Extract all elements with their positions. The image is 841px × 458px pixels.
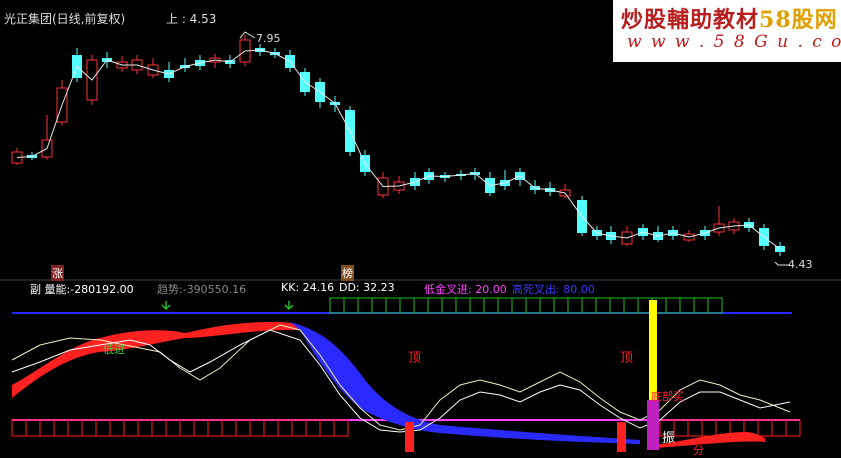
indicator-label: KK: [281, 281, 296, 294]
indicator-label: DD: [339, 281, 356, 294]
tag-bang: 榜: [341, 265, 354, 281]
grid-cell: [357, 297, 373, 314]
indicator-readout: 副 量能:-280192.00: [30, 283, 134, 296]
grid-cell: [137, 419, 153, 437]
high-price-label: 7.95: [256, 32, 281, 45]
annotation-zhen: 振: [662, 431, 676, 446]
indicator-readout: KK: 24.16: [281, 281, 335, 294]
signal-bar-yellow: [649, 300, 657, 400]
signal-bar-red-2: [617, 422, 626, 452]
annotation-bottom-buy: 底部买: [651, 390, 684, 403]
grid-cell: [553, 297, 569, 314]
grid-cell: [427, 297, 443, 314]
grid-cell: [511, 297, 527, 314]
grid-cell: [277, 419, 293, 437]
grid-cell: [385, 297, 401, 314]
grid-cell: [67, 419, 83, 437]
grid-cell: [757, 419, 773, 437]
grid-cell: [687, 419, 703, 437]
kline-chart-area: [0, 31, 841, 452]
red-band-mid: [185, 322, 300, 338]
indicator-value: 80.00: [563, 283, 595, 296]
grid-cell: [483, 297, 499, 314]
annotation-fen: 分: [693, 444, 704, 457]
grid-cell: [319, 419, 335, 437]
down-arrow-icon: [284, 301, 294, 311]
grid-cell: [165, 419, 181, 437]
grid-cell: [305, 419, 321, 437]
indicator-label: 高死叉出: [512, 283, 556, 296]
grid-cell: [595, 297, 611, 314]
grid-cell: [525, 297, 541, 314]
grid-cell: [207, 419, 223, 437]
grid-cell: [235, 419, 251, 437]
grid-cell: [679, 297, 695, 314]
annotation-top-1: 顶: [408, 351, 422, 366]
grid-cell: [179, 419, 195, 437]
grid-cell: [567, 297, 583, 314]
grid-cell: [693, 297, 709, 314]
grid-cell: [771, 419, 787, 437]
grid-cell: [109, 419, 125, 437]
grid-cell: [343, 297, 359, 314]
grid-cell: [665, 297, 681, 314]
grid-cell: [249, 419, 265, 437]
grid-cell: [291, 419, 307, 437]
grid-cell: [623, 297, 639, 314]
grid-cell: [785, 419, 801, 437]
grid-cell: [399, 297, 415, 314]
grid-cell: [609, 297, 625, 314]
grid-cell: [333, 419, 349, 437]
grid-cell: [701, 419, 717, 437]
indicator-label: 低金叉进: [424, 283, 468, 296]
indicator-label: 量能: [44, 283, 67, 296]
grid-cell: [581, 297, 597, 314]
red-band-left: [12, 330, 185, 398]
grid-cell: [469, 297, 485, 314]
down-arrow-icon: [161, 301, 171, 311]
low-price-label: 4.43: [788, 258, 813, 271]
signal-bar-red-1: [405, 422, 414, 452]
grid-cell: [263, 419, 279, 437]
candlestick-series: [11, 35, 785, 256]
grid-cell: [441, 297, 457, 314]
indicator-value: -390550.16: [182, 283, 247, 296]
grid-cell: [193, 419, 209, 437]
grid-cell: [39, 419, 55, 437]
top-grid-bar: [329, 297, 723, 314]
indicator-value: 20.00: [475, 283, 507, 296]
indicator-readout: 低金叉进: 20.00: [424, 283, 507, 296]
grid-cell: [11, 419, 27, 437]
indicator-readout: 高死叉出: 80.00: [512, 283, 595, 296]
grid-cell: [53, 419, 69, 437]
indicator-readout: 趋势:-390550.16: [157, 283, 247, 296]
signal-bar-magenta: [647, 400, 659, 450]
indicator-value: 24.16: [302, 281, 335, 294]
grid-cell: [413, 297, 429, 314]
high-marker-icon: [239, 31, 256, 39]
annotation-top-2: 顶: [620, 351, 634, 366]
grid-cell: [81, 419, 97, 437]
grid-cell: [95, 419, 111, 437]
grid-cell: [497, 297, 513, 314]
grid-cell: [123, 419, 139, 437]
indicator-label: 趋势: [157, 283, 179, 296]
tag-zhang: 涨: [51, 265, 64, 281]
indicator-readout: DD: 32.23: [339, 281, 395, 294]
grid-cell: [151, 419, 167, 437]
grid-cell: [539, 297, 555, 314]
grid-cell: [329, 297, 345, 314]
grid-cell: [455, 297, 471, 314]
indicator-prefix: 副: [30, 283, 41, 296]
blue-band: [290, 322, 640, 444]
grid-cell: [25, 419, 41, 437]
annotation-cross-up: 低进: [103, 343, 125, 356]
grid-cell: [371, 297, 387, 314]
grid-cell: [221, 419, 237, 437]
moving-average-line: [16, 49, 781, 250]
grid-cell: [673, 419, 689, 437]
indicator-value: -280192.00: [70, 283, 134, 296]
grid-cell: [707, 297, 723, 314]
indicator-value: 32.23: [363, 281, 395, 294]
